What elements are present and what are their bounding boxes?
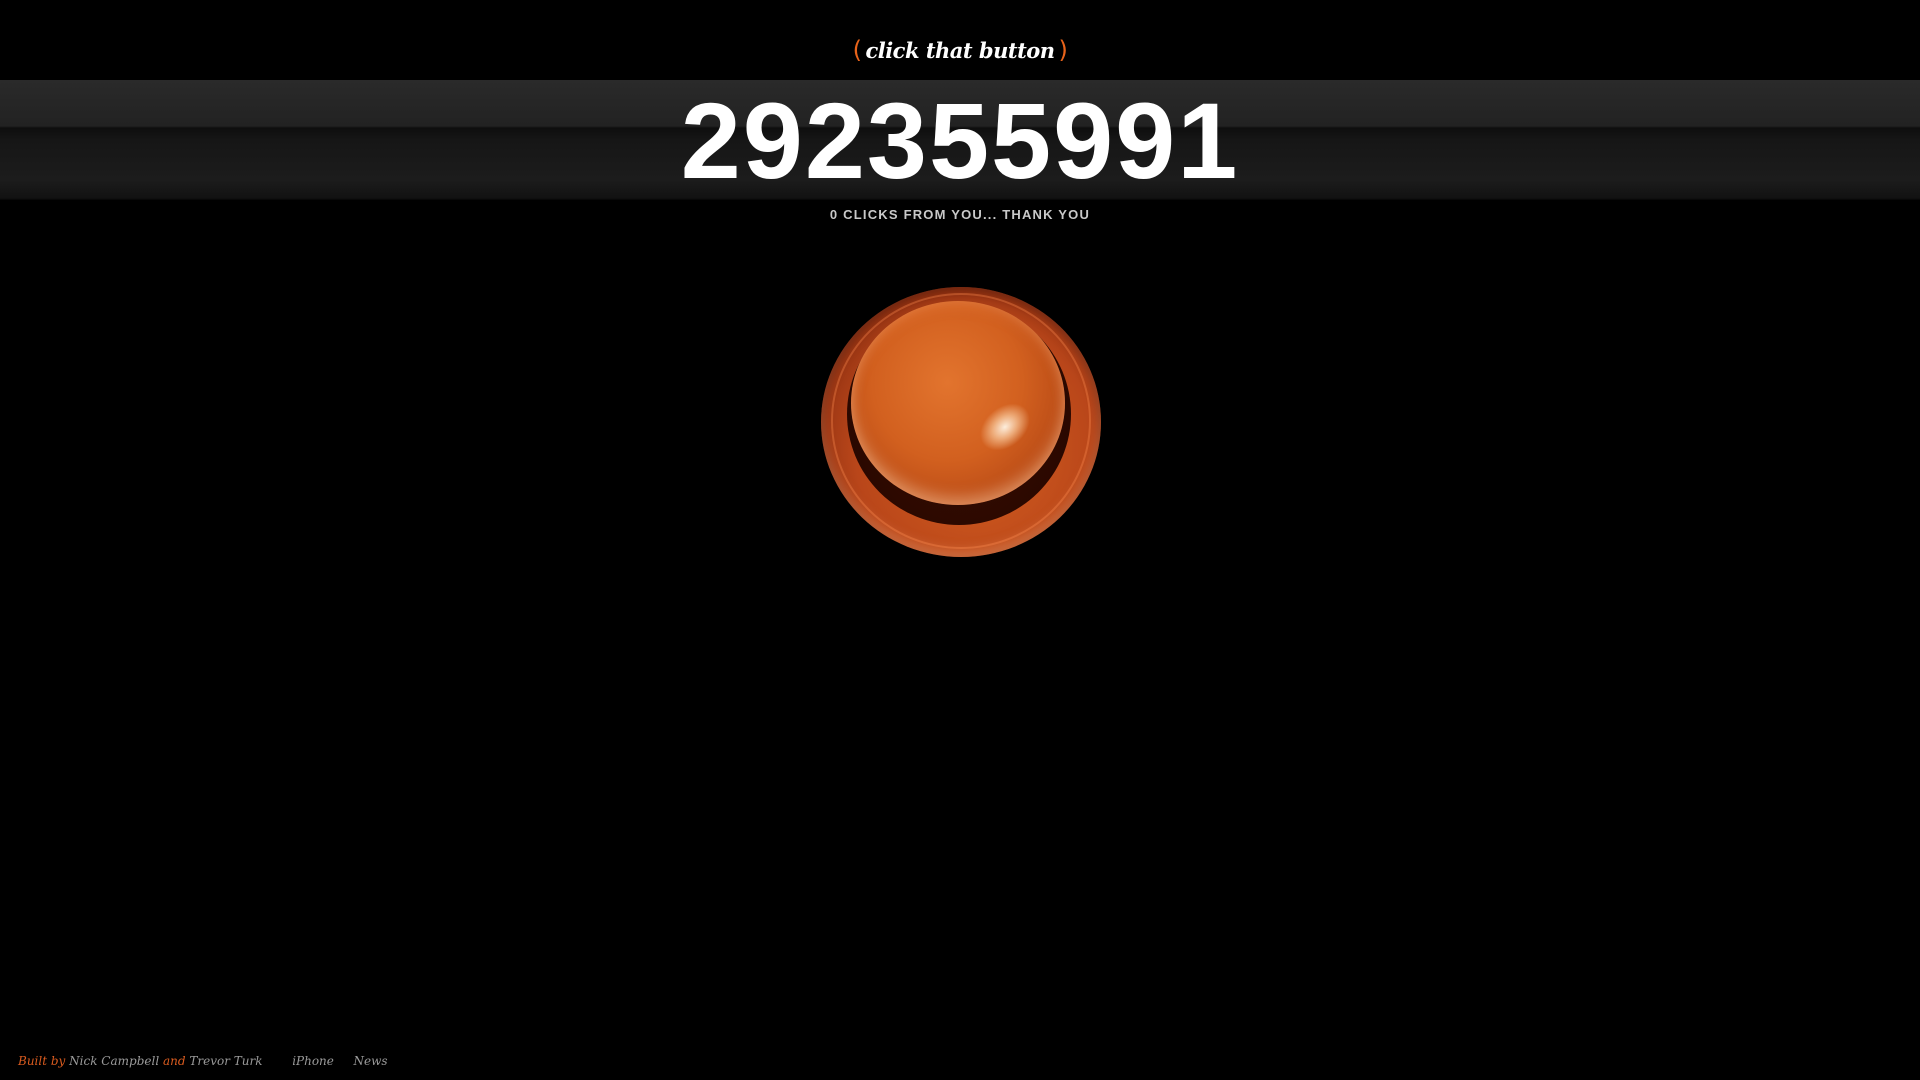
site-logo[interactable]: (click that button) [0, 33, 1920, 68]
footer: Built by Nick Campbell and Trevor Turk i… [18, 1052, 388, 1070]
footer-built-by: Built by [18, 1054, 66, 1068]
click-counter: 292355991 [680, 80, 1240, 201]
user-clicks-message: 0 CLICKS FROM YOU... THANK YOU [829, 207, 1091, 222]
footer-link-news[interactable]: News [354, 1054, 388, 1068]
footer-and: and [162, 1054, 186, 1068]
author-link-nick-campbell[interactable]: Nick Campbell [69, 1054, 159, 1068]
button-cap [851, 301, 1065, 505]
logo-text: click that button [865, 38, 1055, 63]
author-link-trevor-turk[interactable]: Trevor Turk [189, 1054, 262, 1068]
logo-close-paren: ) [1058, 36, 1068, 64]
page: (click that button) 292355991 0 CLICKS F… [0, 0, 1920, 1080]
footer-link-iphone[interactable]: iPhone [292, 1054, 334, 1068]
big-orange-button[interactable] [821, 287, 1101, 557]
logo-open-paren: ( [852, 36, 862, 64]
